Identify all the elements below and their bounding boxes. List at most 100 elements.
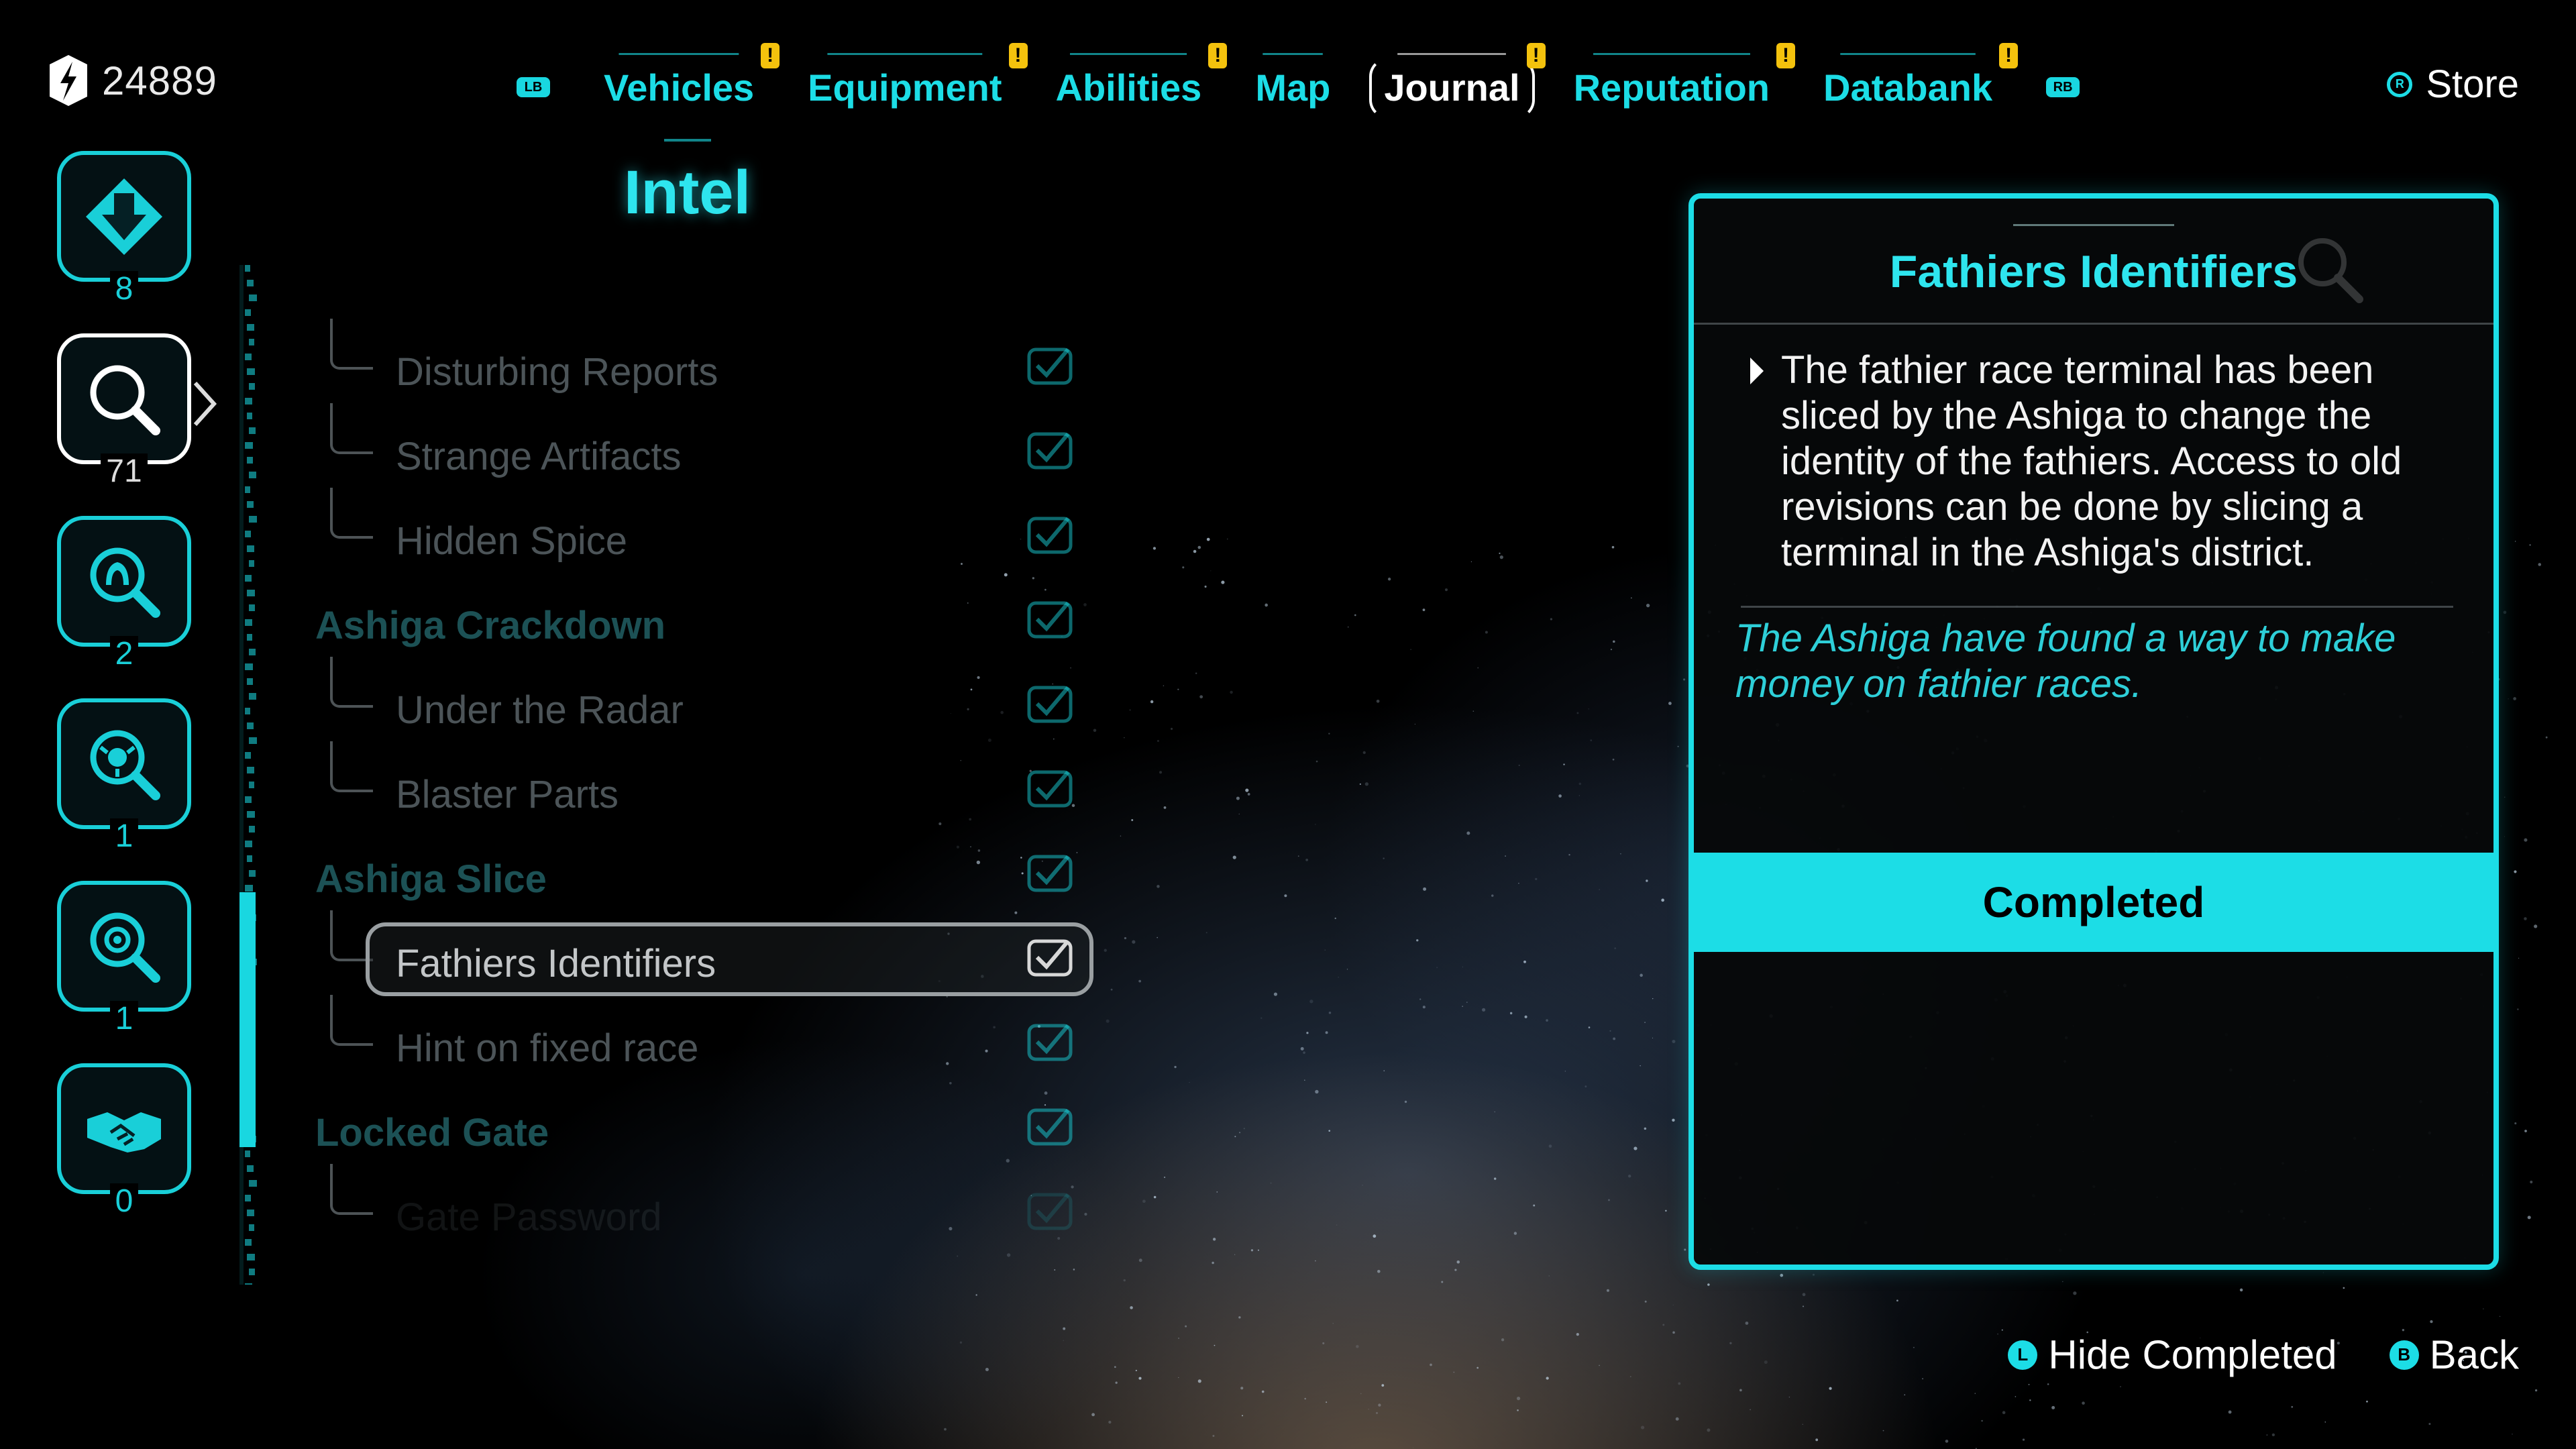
alert-badge: !: [761, 42, 780, 68]
checkbox-checked-icon: [1027, 432, 1073, 470]
category-handshake[interactable]: 0: [57, 1063, 195, 1219]
tree-branch-line: [330, 657, 373, 708]
list-item[interactable]: Hint on fixed race: [315, 995, 1107, 1099]
list-item[interactable]: Under the Radar: [315, 657, 1107, 761]
list-item[interactable]: Hidden Spice: [315, 488, 1107, 592]
category-frame: [57, 333, 191, 464]
tab-label: Map: [1255, 66, 1331, 109]
handshake-icon: [87, 1112, 161, 1152]
hide-completed-label: Hide Completed: [2048, 1332, 2337, 1377]
bullet-arrow-icon: [1750, 358, 1764, 384]
contact-search-icon: [90, 547, 160, 618]
detail-title: Fathiers Identifiers: [1889, 246, 2298, 297]
checkbox-checked-icon: [1027, 939, 1073, 977]
category-frame: [57, 881, 191, 1012]
category-count-wrap: 1: [57, 818, 191, 855]
list-heading-label: Intel: [624, 158, 751, 227]
tab-label: Reputation: [1573, 66, 1770, 109]
list-item-label: Hint on fixed race: [396, 1026, 699, 1070]
faction-search-icon: [90, 730, 160, 800]
list-item[interactable]: Strange Artifacts: [315, 403, 1107, 508]
list-item[interactable]: Disturbing Reports: [315, 319, 1107, 423]
category-count-wrap: 2: [57, 635, 191, 672]
category-main-quest[interactable]: 8: [57, 151, 195, 307]
tab-map[interactable]: Map: [1255, 52, 1331, 109]
category-count-wrap: 8: [57, 270, 191, 307]
tab-label: Equipment: [808, 66, 1002, 109]
detail-flavor-text: The Ashiga have found a way to make mone…: [1735, 616, 2396, 706]
top-navigation: LB Vehicles! Equipment! Abilities! Map Journ…: [517, 42, 2080, 119]
list-item-label: Ashiga Crackdown: [315, 604, 666, 647]
store-button[interactable]: R Store: [2387, 62, 2519, 107]
tab-databank[interactable]: Databank!: [1823, 42, 2019, 109]
category-intel-search[interactable]: 71: [57, 333, 217, 489]
category-count-wrap: 0: [57, 1183, 191, 1220]
tree-branch-line: [330, 488, 373, 539]
credits-amount: 24889: [102, 58, 217, 103]
list-heading: Intel: [624, 139, 751, 228]
aurebesh-glyphs: [619, 52, 739, 55]
scrollbar-thumb[interactable]: [239, 892, 256, 1147]
list-item-label: Ashiga Slice: [315, 857, 547, 901]
store-label: Store: [2426, 62, 2519, 106]
aurebesh-glyphs: [1263, 52, 1324, 55]
divider: [1741, 606, 2453, 608]
tree-branch-line: [330, 319, 373, 370]
category-count: 1: [109, 1001, 139, 1036]
alert-badge: !: [1999, 42, 2019, 68]
category-faction-search[interactable]: 1: [57, 698, 195, 854]
category-gear-search[interactable]: 1: [57, 881, 195, 1036]
tab-journal[interactable]: Journal!: [1369, 42, 1546, 119]
checkbox-checked-icon: [1027, 601, 1073, 639]
aurebesh-glyphs: [1397, 52, 1507, 55]
tab-reputation[interactable]: Reputation!: [1573, 42, 1796, 109]
back-button[interactable]: B Back: [2389, 1332, 2519, 1378]
alert-badge: !: [1208, 42, 1228, 68]
checkbox-checked-icon: [1027, 347, 1073, 385]
list-item[interactable]: Ashiga Crackdown: [315, 592, 1107, 677]
aurebesh-glyphs: [663, 139, 711, 142]
checkbox-checked-icon: [1027, 855, 1073, 892]
tab-label: Abilities: [1055, 66, 1202, 109]
category-frame: [57, 698, 191, 829]
intel-list: Disturbing Reports Strange Artifacts Hidde…: [315, 319, 1107, 1269]
list-item[interactable]: Gate Password: [315, 1164, 1107, 1269]
tab-vehicles[interactable]: Vehicles!: [604, 42, 780, 109]
list-item-label: Under the Radar: [396, 688, 684, 732]
alert-badge: !: [1776, 42, 1796, 68]
tab-abilities[interactable]: Abilities!: [1055, 42, 1228, 109]
category-count: 2: [109, 636, 139, 672]
checkbox-checked-icon: [1027, 1193, 1073, 1230]
checkbox-checked-icon: [1027, 1108, 1073, 1146]
checkbox-checked-icon: [1027, 1024, 1073, 1061]
tree-branch-line: [330, 995, 373, 1046]
category-contact-search[interactable]: 2: [57, 516, 195, 672]
tab-label: Databank: [1823, 66, 1993, 109]
list-item[interactable]: Locked Gate: [315, 1099, 1107, 1184]
hide-completed-button[interactable]: L Hide Completed: [2008, 1332, 2337, 1378]
list-item-label: Disturbing Reports: [396, 350, 718, 394]
category-count: 8: [109, 271, 139, 307]
aurebesh-glyphs: [1840, 52, 1976, 55]
gear-search-icon: [90, 912, 160, 983]
lb-button-hint[interactable]: LB: [517, 77, 550, 97]
tab-equipment[interactable]: Equipment!: [808, 42, 1028, 109]
completed-status-bar: Completed: [1694, 853, 2493, 952]
list-item[interactable]: Ashiga Slice: [315, 846, 1107, 930]
rb-button-hint[interactable]: RB: [2046, 77, 2080, 97]
list-item[interactable]: Blaster Parts: [315, 741, 1107, 846]
tree-branch-line: [330, 1164, 373, 1215]
chevron-right-icon: [193, 381, 217, 427]
credits-counter: 24889: [47, 54, 217, 107]
category-frame: [57, 516, 191, 647]
category-rail: 8 71 2 1 1 0: [57, 151, 217, 1246]
list-item[interactable]: Fathiers Identifiers: [315, 910, 1107, 1015]
divider: [1694, 323, 2493, 325]
l-stick-icon: L: [2008, 1340, 2038, 1370]
r-stick-icon: R: [2387, 71, 2413, 97]
detail-description: The fathier race terminal has been slice…: [1781, 348, 2402, 574]
active-tab-frame: [1369, 57, 1535, 119]
list-item-label: Blaster Parts: [396, 773, 619, 816]
button-hints: L Hide Completed B Back: [1955, 1332, 2519, 1378]
checkbox-checked-icon: [1027, 517, 1073, 554]
